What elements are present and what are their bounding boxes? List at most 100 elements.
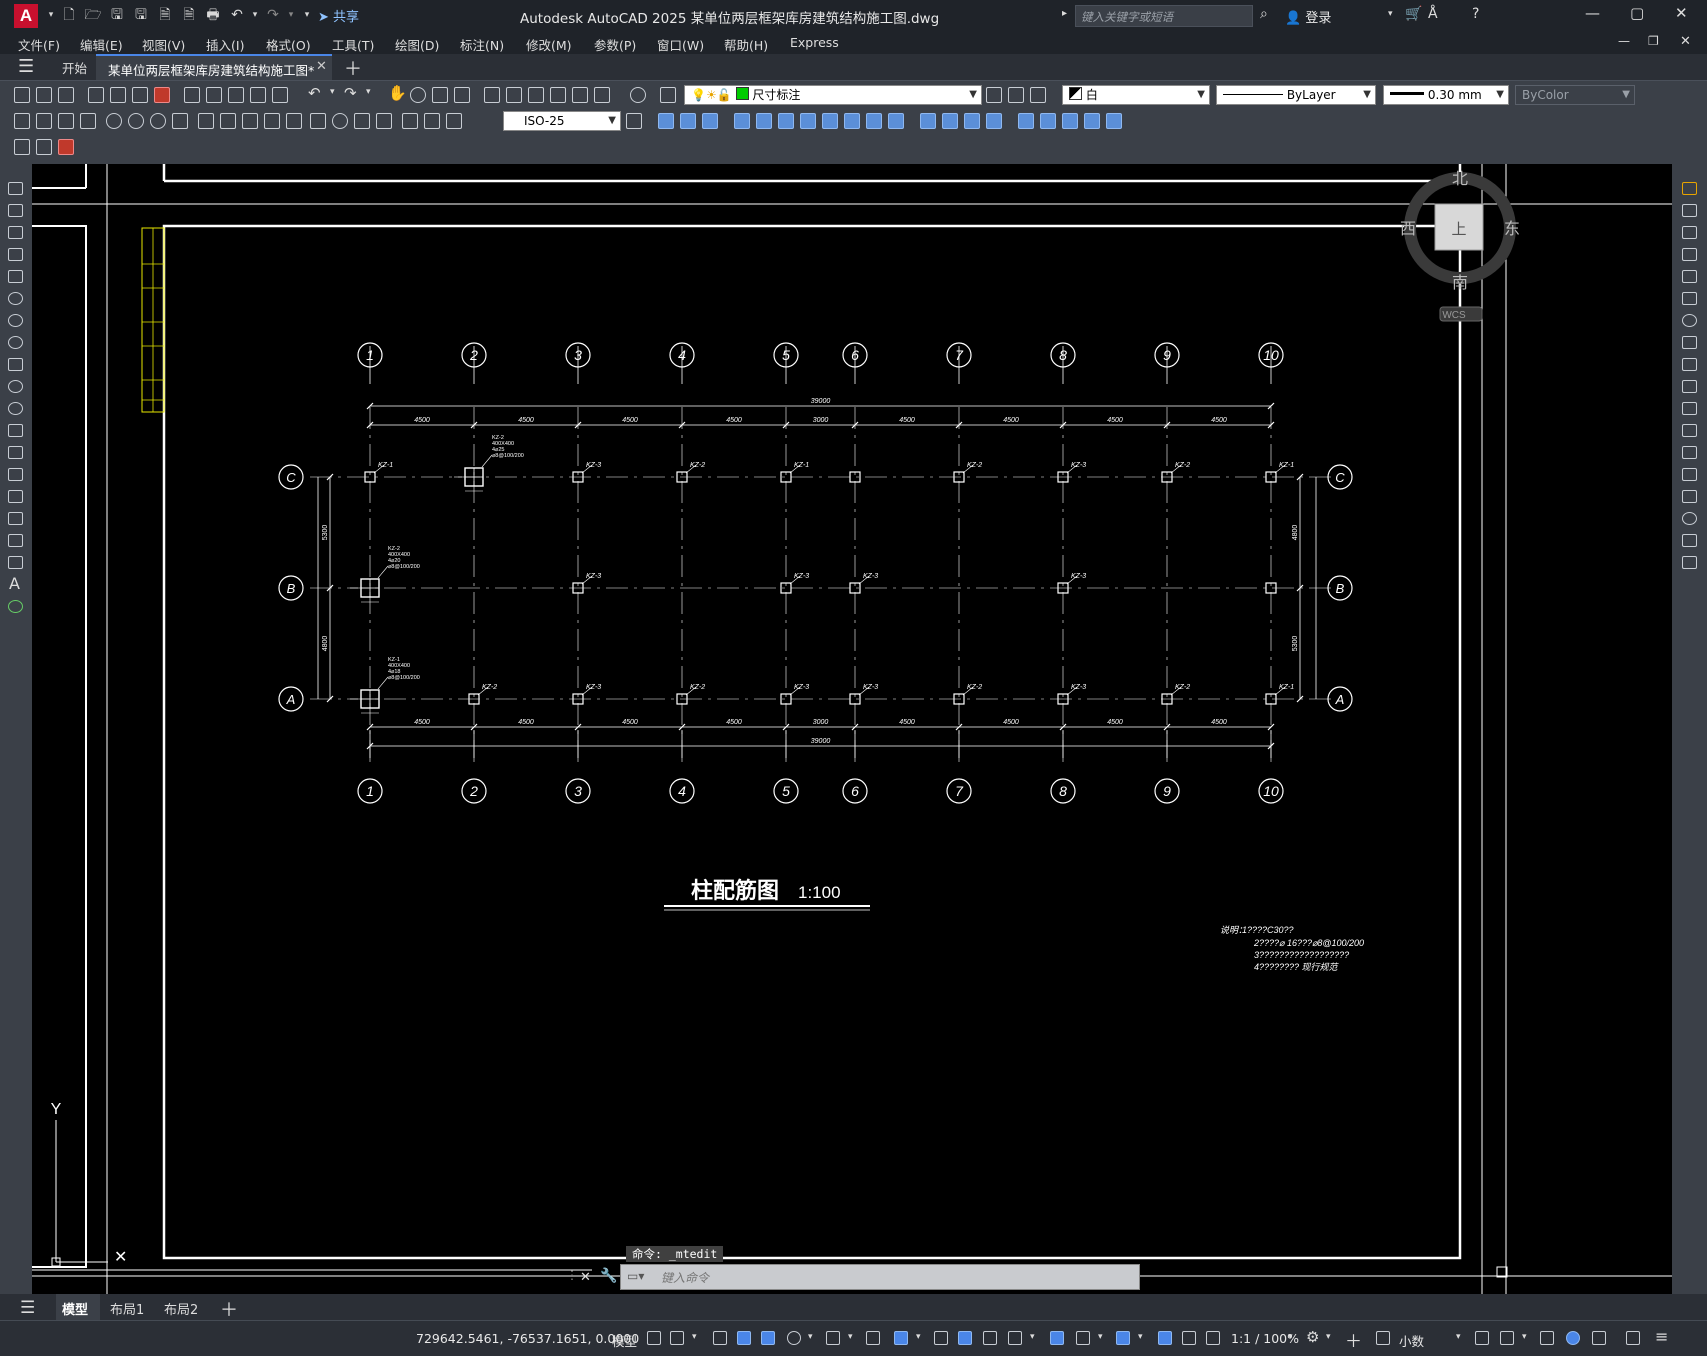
tb-publish-icon[interactable]: [132, 87, 148, 103]
tb-dim-update-icon[interactable]: [446, 113, 462, 129]
annotation-visibility-icon[interactable]: [1158, 1331, 1172, 1345]
fullscreen-icon[interactable]: [1626, 1331, 1640, 1345]
login-dropdown-icon[interactable]: ▾: [1388, 9, 1393, 19]
units-icon[interactable]: [1376, 1331, 1390, 1345]
tb-dim-jogged-icon[interactable]: [128, 113, 144, 129]
selection-filter-icon[interactable]: [1076, 1331, 1090, 1345]
close-icon[interactable]: ✕: [1675, 4, 1688, 22]
tb-sheetset-icon[interactable]: [550, 87, 566, 103]
app-menu-chevron-icon[interactable]: ▾: [42, 6, 60, 24]
tb-3d-imprint-icon[interactable]: [986, 113, 1002, 129]
draw-pline-icon[interactable]: [8, 226, 23, 239]
draw-gradient-icon[interactable]: [8, 512, 23, 525]
object-snap-icon[interactable]: [894, 1331, 908, 1345]
modify-break-icon[interactable]: [1682, 446, 1697, 459]
modify-offset-icon[interactable]: [1682, 248, 1697, 261]
tb-dim-break-icon[interactable]: [286, 113, 302, 129]
menu-edit[interactable]: 编辑(E): [80, 35, 123, 54]
menu-draw[interactable]: 绘图(D): [395, 35, 439, 54]
tb-3d-subtract-icon[interactable]: [800, 113, 816, 129]
tb-tolerance-icon[interactable]: [310, 113, 326, 129]
viewcube-south[interactable]: 南: [1452, 274, 1468, 292]
tb-3d-sweep-icon[interactable]: [1040, 113, 1056, 129]
3d-osnap-icon[interactable]: [1008, 1331, 1022, 1345]
tb-dim-baseline-icon[interactable]: [220, 113, 236, 129]
modify-extend-icon[interactable]: [1682, 402, 1697, 415]
scale-dropdown-icon[interactable]: ▾: [1288, 1332, 1293, 1342]
draw-hatch-icon[interactable]: [8, 490, 23, 503]
command-recent-icon[interactable]: ▭▾: [627, 1269, 644, 1283]
search-expand-icon[interactable]: ▸: [1062, 8, 1067, 19]
draw-circle-icon[interactable]: [8, 314, 23, 327]
tb-undo-icon[interactable]: ↶: [308, 84, 321, 102]
tb-3d-chamfer-icon[interactable]: [964, 113, 980, 129]
tb-markup-icon[interactable]: [572, 87, 588, 103]
layout-tab-2[interactable]: 布局2: [164, 1299, 198, 1318]
tb-properties-icon[interactable]: [484, 87, 500, 103]
menu-format[interactable]: 格式(O): [266, 35, 311, 54]
doc-restore-icon[interactable]: ❐: [1648, 34, 1659, 48]
tb-undo-dropdown-icon[interactable]: ▾: [330, 87, 335, 97]
draw-spline-icon[interactable]: [8, 358, 23, 371]
menu-parametric[interactable]: 参数(P): [594, 35, 636, 54]
tb-calculator-icon[interactable]: [594, 87, 610, 103]
graphics-performance-icon[interactable]: [1566, 1331, 1580, 1345]
modify-mirror-icon[interactable]: [1682, 226, 1697, 239]
tb-3d-thicken-icon[interactable]: [1084, 113, 1100, 129]
doc-close-icon[interactable]: ✕: [1680, 34, 1691, 49]
auto-scale-icon[interactable]: [1182, 1331, 1196, 1345]
units-dropdown-icon[interactable]: ▾: [1456, 1332, 1461, 1342]
draw-make-block-icon[interactable]: [8, 446, 23, 459]
modify-explode-icon[interactable]: [1682, 556, 1697, 569]
menu-modify[interactable]: 修改(M): [526, 35, 572, 54]
annotation-scale-icon[interactable]: [1206, 1331, 1220, 1345]
autodesk-account-icon[interactable]: Å: [1428, 6, 1438, 22]
save-web-icon[interactable]: 🗎: [180, 6, 198, 24]
menu-tools[interactable]: 工具(T): [332, 35, 374, 54]
cart-icon[interactable]: 🛒: [1405, 6, 1422, 22]
tb-make-current-icon[interactable]: [986, 87, 1002, 103]
tb-3d-section-icon[interactable]: [888, 113, 904, 129]
modify-trim-icon[interactable]: [1682, 380, 1697, 393]
tb-center-mark-icon[interactable]: [332, 113, 348, 129]
maximize-icon[interactable]: ▢: [1630, 4, 1644, 22]
plotstyle-dropdown[interactable]: ByColor ▼: [1515, 85, 1635, 105]
ortho-icon[interactable]: [761, 1331, 775, 1345]
tb-block-save-icon[interactable]: [36, 139, 52, 155]
tb-dimstyle-icon[interactable]: [626, 113, 642, 129]
draw-ellipse-icon[interactable]: [8, 380, 23, 393]
tb-blockedit-icon[interactable]: [272, 87, 288, 103]
tb-dim-radius-icon[interactable]: [106, 113, 122, 129]
draw-insert-block-icon[interactable]: [8, 424, 23, 437]
tb-3d-shell-icon[interactable]: [920, 113, 936, 129]
object-snap-tracking-icon[interactable]: [866, 1331, 880, 1345]
modify-copy-icon[interactable]: [1682, 204, 1697, 217]
modify-scale-icon[interactable]: [1682, 336, 1697, 349]
command-grip-icon[interactable]: ⋮: [566, 1268, 578, 1282]
3d-osnap-dropdown-icon[interactable]: ▾: [1030, 1332, 1035, 1342]
draw-table-icon[interactable]: [8, 556, 23, 569]
tb-zoom-realtime-icon[interactable]: [410, 87, 426, 103]
linetype-dropdown[interactable]: ByLayer ▼: [1216, 85, 1376, 105]
tb-dim-diameter-icon[interactable]: [150, 113, 166, 129]
gizmo-dropdown-icon[interactable]: ▾: [1138, 1332, 1143, 1342]
tb-3d-presspull-icon[interactable]: [1062, 113, 1078, 129]
selection-cycling-icon[interactable]: [983, 1331, 997, 1345]
lock-dropdown-icon[interactable]: ▾: [1522, 1332, 1527, 1342]
tb-layer-manager-icon[interactable]: [660, 87, 676, 103]
layout-tab-model[interactable]: 模型: [56, 1294, 100, 1320]
lineweight-icon[interactable]: [934, 1331, 948, 1345]
tab-start[interactable]: 开始: [62, 58, 87, 77]
plot-icon[interactable]: 🖶: [204, 6, 222, 24]
layout-menu-icon[interactable]: ☰: [20, 1298, 35, 1318]
tb-dim-ordinate-icon[interactable]: [80, 113, 96, 129]
transparency-icon[interactable]: [958, 1331, 972, 1345]
tb-3d-box-icon[interactable]: [658, 113, 674, 129]
modify-stretch-icon[interactable]: [1682, 358, 1697, 371]
tb-designcenter-icon[interactable]: [506, 87, 522, 103]
modify-join-icon[interactable]: [1682, 468, 1697, 481]
command-close-icon[interactable]: ✕: [580, 1270, 591, 1285]
menu-view[interactable]: 视图(V): [142, 35, 185, 54]
tb-paste-icon[interactable]: [228, 87, 244, 103]
viewcube-north[interactable]: 北: [1452, 170, 1468, 188]
